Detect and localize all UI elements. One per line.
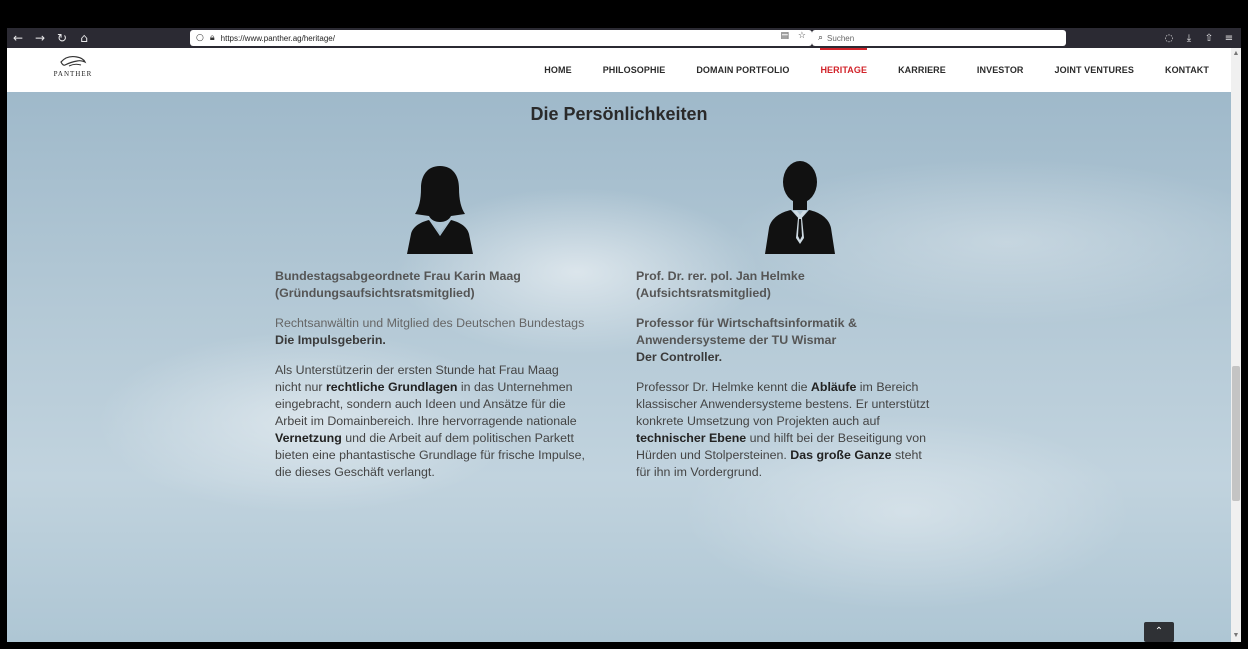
nav-karriere[interactable]: KARRIERE bbox=[898, 48, 946, 92]
main-content: Die Persönlichkeiten Bundestagsabgeordne… bbox=[7, 92, 1231, 642]
back-icon[interactable]: ← bbox=[7, 28, 29, 48]
nav-domain-portfolio[interactable]: DOMAIN PORTFOLIO bbox=[696, 48, 789, 92]
scroll-down-icon[interactable]: ▼ bbox=[1231, 630, 1241, 642]
person-name: Prof. Dr. rer. pol. Jan Helmke bbox=[636, 269, 805, 283]
scroll-up-icon[interactable]: ▲ bbox=[1231, 48, 1241, 60]
person-role: Professor für Wirtschaftsinformatik & An… bbox=[636, 316, 857, 347]
download-icon[interactable]: ⤓ bbox=[1179, 33, 1199, 44]
search-input[interactable]: ⌕ Suchen bbox=[812, 30, 1066, 46]
bio-highlight: Vernetzung bbox=[275, 431, 342, 445]
nav-heritage[interactable]: HERITAGE bbox=[820, 48, 867, 92]
person-role: Rechtsanwältin und Mitglied des Deutsche… bbox=[275, 316, 585, 330]
person-title: (Gründungsaufsichtsratsmitglied) bbox=[275, 286, 475, 300]
person-name: Bundestagsabgeordnete Frau Karin Maag bbox=[275, 269, 521, 283]
pocket-icon[interactable]: ◌ bbox=[1159, 33, 1179, 44]
chevron-up-icon: ⌃ bbox=[1154, 626, 1164, 637]
woman-avatar-icon bbox=[407, 166, 473, 254]
section-title: Die Persönlichkeiten bbox=[530, 104, 708, 124]
man-avatar-icon bbox=[765, 161, 835, 254]
shield-icon: ○ bbox=[196, 33, 204, 43]
nav-investor[interactable]: INVESTOR bbox=[977, 48, 1024, 92]
browser-toolbar: ← → ↻ ⌂ ○ 🔒︎ https://www.panther.ag/heri… bbox=[7, 28, 1241, 48]
search-placeholder: Suchen bbox=[827, 33, 855, 43]
person-card-right: Prof. Dr. rer. pol. Jan Helmke (Aufsicht… bbox=[636, 268, 946, 481]
panther-logo-icon bbox=[60, 55, 87, 67]
scrollbar-thumb[interactable] bbox=[1232, 366, 1240, 501]
nav-kontakt[interactable]: KONTAKT bbox=[1165, 48, 1209, 92]
person-title: (Aufsichtsratsmitglied) bbox=[636, 286, 771, 300]
reload-icon[interactable]: ↻ bbox=[51, 28, 73, 48]
nav-joint-ventures[interactable]: JOINT VENTURES bbox=[1055, 48, 1134, 92]
address-bar[interactable]: ○ 🔒︎ https://www.panther.ag/heritage/ ▤ … bbox=[190, 30, 812, 46]
site-logo[interactable]: PANTHER bbox=[43, 54, 103, 88]
logo-wordmark: PANTHER bbox=[53, 70, 93, 78]
bio-highlight: technischer Ebene bbox=[636, 431, 747, 445]
person-bio: Als Unterstützerin der ersten Stunde hat… bbox=[275, 363, 585, 479]
nav-philosophie[interactable]: PHILOSOPHIE bbox=[603, 48, 666, 92]
menu-hamburger-icon[interactable]: ≡ bbox=[1219, 33, 1239, 44]
url-text: https://www.panther.ag/heritage/ bbox=[220, 33, 335, 43]
bio-highlight: rechtliche Grundlagen bbox=[325, 380, 458, 394]
person-tagline: Der Controller. bbox=[636, 350, 723, 364]
extensions-icon[interactable]: ⇧ bbox=[1199, 33, 1219, 44]
back-to-top-button[interactable]: ⌃ bbox=[1144, 622, 1174, 642]
bio-highlight: Das große Ganze bbox=[790, 448, 892, 462]
browser-window: ← → ↻ ⌂ ○ 🔒︎ https://www.panther.ag/heri… bbox=[7, 28, 1241, 642]
bio-highlight: Abläufe bbox=[810, 380, 857, 394]
reader-view-icon[interactable]: ▤ bbox=[781, 31, 790, 41]
person-tagline: Die Impulsgeberin. bbox=[275, 333, 386, 347]
person-card-left: Bundestagsabgeordnete Frau Karin Maag (G… bbox=[275, 268, 585, 481]
lock-icon: 🔒︎ bbox=[209, 33, 215, 43]
person-bio: Professor Dr. Helmke kennt die Abläufe i… bbox=[636, 380, 930, 479]
forward-icon[interactable]: → bbox=[29, 28, 51, 48]
home-icon[interactable]: ⌂ bbox=[73, 28, 95, 48]
page-scrollbar[interactable]: ▲ ▼ bbox=[1231, 48, 1241, 642]
nav-home[interactable]: HOME bbox=[544, 48, 571, 92]
search-icon: ⌕ bbox=[818, 33, 824, 43]
bookmark-star-icon[interactable]: ☆ bbox=[798, 31, 806, 41]
site-header: PANTHER HOME PHILOSOPHIE DOMAIN PORTFOLI… bbox=[7, 48, 1231, 92]
main-navigation: HOME PHILOSOPHIE DOMAIN PORTFOLIO HERITA… bbox=[513, 48, 1209, 92]
